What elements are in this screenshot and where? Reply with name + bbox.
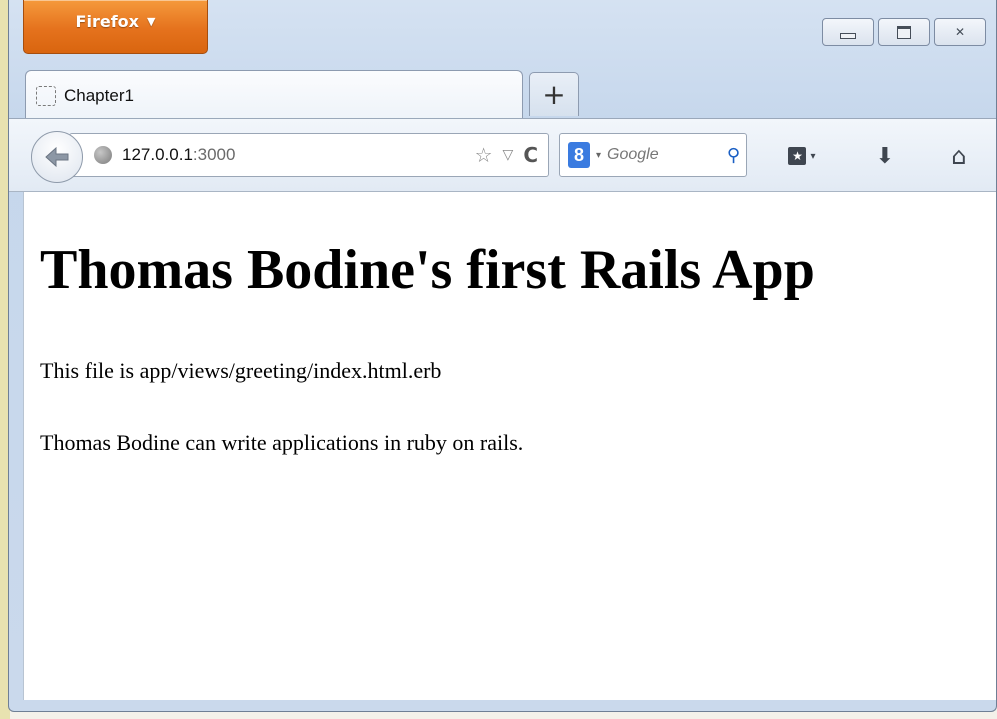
page-content: Thomas Bodine's first Rails App This fil… (23, 192, 996, 700)
url-actions: ☆ ▽ C (475, 143, 548, 167)
downloads-button[interactable]: ⬇ (867, 141, 903, 171)
maximize-icon (897, 25, 911, 39)
window-caption-buttons: ✕ (822, 18, 986, 46)
tab-title: Chapter1 (64, 85, 134, 105)
google-engine-icon[interactable]: 8 (568, 142, 590, 168)
download-arrow-icon: ⬇ (875, 143, 895, 169)
bookmarks-icon: ★ (788, 147, 807, 165)
firefox-menu-label: Firefox (75, 12, 139, 31)
bookmarks-menu-button[interactable]: ★ ▾ (775, 141, 829, 171)
home-icon: ⌂ (951, 142, 967, 170)
blank-page-icon (36, 85, 56, 106)
reload-icon[interactable]: C (523, 143, 538, 167)
plus-icon: + (542, 78, 566, 111)
browser-window: Firefox ▼ ✕ Chapter1 + 127.0.0.1:3000 ☆… (8, 0, 997, 712)
url-bar[interactable]: 127.0.0.1 :3000 ☆ ▽ C (69, 133, 549, 177)
bookmark-star-icon[interactable]: ☆ (475, 143, 493, 167)
url-port: :3000 (192, 145, 236, 164)
bookmarks-dropdown-icon: ▾ (810, 150, 816, 162)
navigation-toolbar: 127.0.0.1 :3000 ☆ ▽ C 8 ▾ Google ⚲ ★ ▾ ⬇… (9, 118, 996, 192)
engine-dropdown-icon[interactable]: ▾ (596, 150, 601, 161)
desktop: Firefox ▼ ✕ Chapter1 + 127.0.0.1:3000 ☆… (0, 0, 997, 719)
home-button[interactable]: ⌂ (939, 141, 979, 171)
paragraph-file-path: This file is app/views/greeting/index.ht… (40, 358, 442, 383)
search-bar[interactable]: 8 ▾ Google ⚲ (559, 133, 747, 177)
search-icon[interactable]: ⚲ (727, 145, 740, 166)
url-host: 127.0.0.1 (122, 145, 193, 164)
firefox-menu-button[interactable]: Firefox ▼ (23, 0, 208, 54)
minimize-button[interactable] (822, 18, 874, 46)
page-title: Thomas Bodine's first Rails App (40, 239, 815, 301)
globe-icon (94, 146, 112, 164)
back-arrow-icon (45, 146, 69, 168)
paragraph-description: Thomas Bodine can write applications in … (40, 430, 524, 455)
back-button[interactable] (31, 131, 83, 183)
chevron-down-icon: ▼ (146, 15, 156, 28)
tab-chapter1[interactable]: Chapter1 (25, 70, 523, 120)
close-icon: ✕ (954, 25, 966, 39)
search-input[interactable]: Google (607, 146, 659, 164)
maximize-button[interactable] (878, 18, 930, 46)
history-dropdown-icon[interactable]: ▽ (503, 147, 514, 163)
new-tab-button[interactable]: + (529, 72, 579, 116)
minimize-icon (840, 33, 856, 39)
close-button[interactable]: ✕ (934, 18, 986, 46)
